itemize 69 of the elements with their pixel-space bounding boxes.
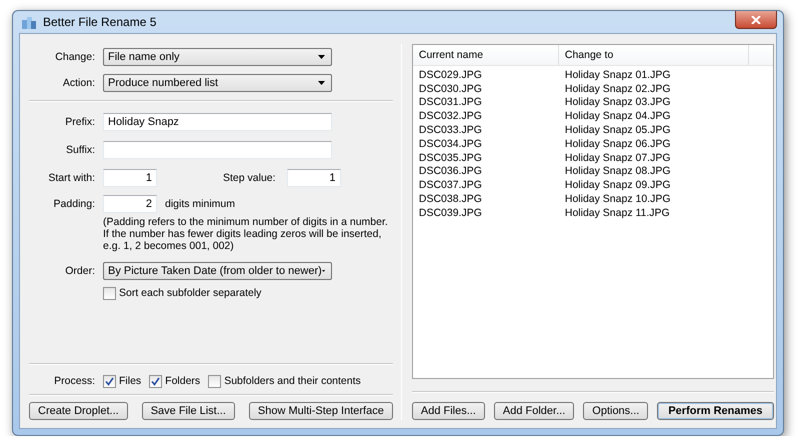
number-field[interactable]: 1 <box>286 169 341 187</box>
window-title: Better File Rename 5 <box>43 15 156 29</box>
action-button[interactable]: Create Droplet... <box>29 402 128 420</box>
caret-icon <box>318 81 325 85</box>
number-field[interactable]: 1 <box>103 169 157 187</box>
table-cell-text: Holiday Snapz 11.JPG <box>564 206 671 219</box>
table-cell-text: DSC032.JPG <box>418 110 483 122</box>
action-button[interactable]: Save File List... <box>142 402 235 420</box>
close-icon <box>751 16 761 24</box>
table-cell-text: Holiday Snapz 02.JPG <box>564 82 672 95</box>
table-cell-text: Holiday Snapz 09.JPG <box>564 179 672 192</box>
checkbox[interactable] <box>103 286 116 300</box>
text-field[interactable] <box>103 141 332 159</box>
action-button[interactable]: Add Files... <box>412 402 485 420</box>
text-field[interactable]: Holiday Snapz <box>103 113 332 131</box>
table-cell-text: DSC029.JPG <box>418 68 483 81</box>
table-cell-text: DSC033.JPG <box>418 124 483 136</box>
number-field[interactable]: 2 <box>103 195 157 213</box>
checkbox-label: Folders <box>165 375 200 387</box>
column-header[interactable]: Change to <box>558 45 749 65</box>
field-label: Change: <box>54 51 95 63</box>
field-label: Padding: <box>52 198 95 210</box>
checkbox[interactable] <box>208 374 222 388</box>
table-cell-text: Holiday Snapz 03.JPG <box>564 96 672 108</box>
table-cell-text: DSC035.JPG <box>418 152 483 164</box>
action-button[interactable]: Options... <box>583 402 648 420</box>
table-cell-text: Holiday Snapz 08.JPG <box>564 165 672 178</box>
field-label: Prefix: <box>64 116 95 128</box>
action-button[interactable]: Perform Renames <box>657 402 774 420</box>
field-label: Action: <box>62 77 95 89</box>
caret-icon <box>318 55 325 59</box>
caret-icon <box>322 269 325 273</box>
checkbox[interactable] <box>103 374 116 388</box>
column-header[interactable]: Current name <box>412 45 559 65</box>
dropdown[interactable]: By Picture Taken Date (from older to newer) <box>103 262 332 280</box>
field-label: Step value: <box>223 172 276 184</box>
app-icon <box>21 14 37 30</box>
help-text: (Padding refers to the minimum number of digits in a number. <box>103 216 389 228</box>
check-icon <box>151 376 160 386</box>
field-label: Start with: <box>47 172 95 184</box>
table-cell-text: DSC034.JPG <box>418 138 483 150</box>
table-cell-text: Holiday Snapz 04.JPG <box>564 110 672 122</box>
checkbox-label: Sort each subfolder separately <box>119 287 262 299</box>
checkbox[interactable] <box>149 374 162 388</box>
help-text: If the number has fewer digits leading zeros will be inserted, <box>103 228 382 240</box>
unit-label: digits minimum <box>165 198 236 210</box>
table-cell-text: DSC036.JPG <box>418 165 483 178</box>
help-text: e.g. 1, 2 becomes 001, 002) <box>103 240 235 252</box>
table-cell-text: Holiday Snapz 07.JPG <box>564 152 672 164</box>
table-cell-text: Holiday Snapz 05.JPG <box>564 124 672 136</box>
table-cell-text: Holiday Snapz 06.JPG <box>564 138 672 150</box>
checkbox-label: Subfolders and their contents <box>224 375 361 387</box>
table-cell-text: DSC037.JPG <box>418 179 483 192</box>
action-button[interactable]: Show Multi-Step Interface <box>248 402 393 420</box>
table-cell-text: Holiday Snapz 10.JPG <box>564 193 672 206</box>
close-button[interactable] <box>735 11 777 29</box>
field-label: Suffix: <box>65 144 95 156</box>
table-cell-text: DSC039.JPG <box>418 206 483 219</box>
dropdown[interactable]: Produce numbered list <box>103 74 332 92</box>
table-cell-text: DSC030.JPG <box>418 82 483 95</box>
dropdown[interactable]: File name only <box>103 48 332 66</box>
checkbox-label: Files <box>119 375 142 387</box>
action-button[interactable]: Add Folder... <box>494 402 574 420</box>
table-cell-text: DSC031.JPG <box>418 96 483 108</box>
table-cell-text: DSC038.JPG <box>418 193 483 206</box>
table-cell-text: Holiday Snapz 01.JPG <box>564 68 672 81</box>
check-icon <box>105 376 114 386</box>
field-label: Process: <box>53 375 95 387</box>
field-label: Order: <box>64 265 95 277</box>
